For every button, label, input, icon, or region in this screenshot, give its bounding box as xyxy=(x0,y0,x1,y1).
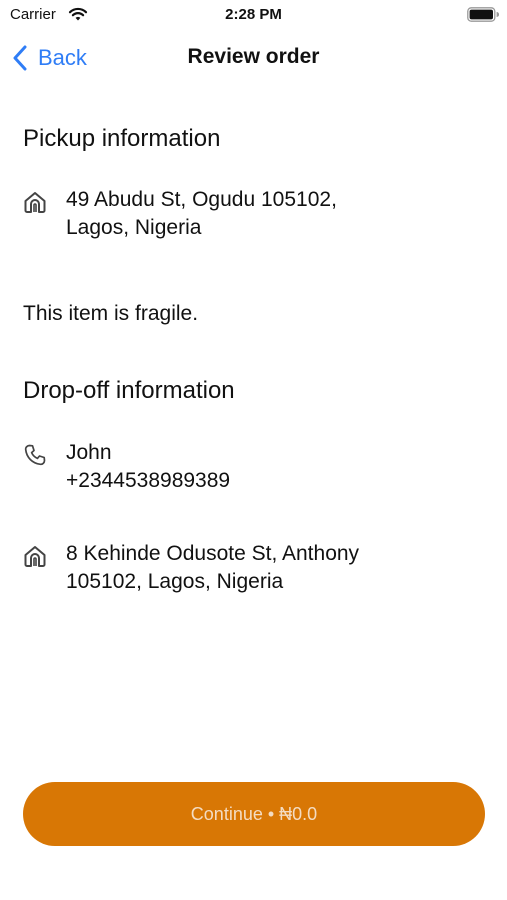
home-icon xyxy=(24,192,46,213)
phone-icon xyxy=(24,444,46,466)
dropoff-address-line1: 8 Kehinde Odusote St, Anthony xyxy=(66,542,360,565)
page-title: Review order xyxy=(187,45,320,68)
continue-button[interactable]: Continue • ₦0.0 xyxy=(23,782,485,846)
pickup-note: This item is fragile. xyxy=(23,302,199,325)
pickup-address-line2: Lagos, Nigeria xyxy=(66,216,202,239)
status-bar: Carrier 2:28 PM xyxy=(0,0,507,30)
dropoff-address-line2: 105102, Lagos, Nigeria xyxy=(66,570,284,593)
status-time: 2:28 PM xyxy=(225,6,282,23)
pickup-section-title: Pickup information xyxy=(23,125,221,152)
dropoff-contact-row: John +2344538989389 xyxy=(23,439,483,499)
home-icon xyxy=(24,546,46,567)
continue-button-label: Continue • ₦0.0 xyxy=(190,803,318,824)
dropoff-contact-phone: +2344538989389 xyxy=(66,469,231,492)
review-order-screen: Carrier 2:28 PM Back Review order Pickup… xyxy=(0,0,507,900)
battery-icon xyxy=(467,7,499,22)
pickup-address-line1: 49 Abudu St, Ogudu 105102, xyxy=(66,188,337,211)
dropoff-contact-name: John xyxy=(66,441,112,464)
pickup-address-row: 49 Abudu St, Ogudu 105102, Lagos, Nigeri… xyxy=(23,186,483,246)
dropoff-section-title: Drop-off information xyxy=(23,377,235,404)
navigation-bar: Back Review order xyxy=(0,36,507,80)
dropoff-address-row: 8 Kehinde Odusote St, Anthony 105102, La… xyxy=(23,540,483,600)
